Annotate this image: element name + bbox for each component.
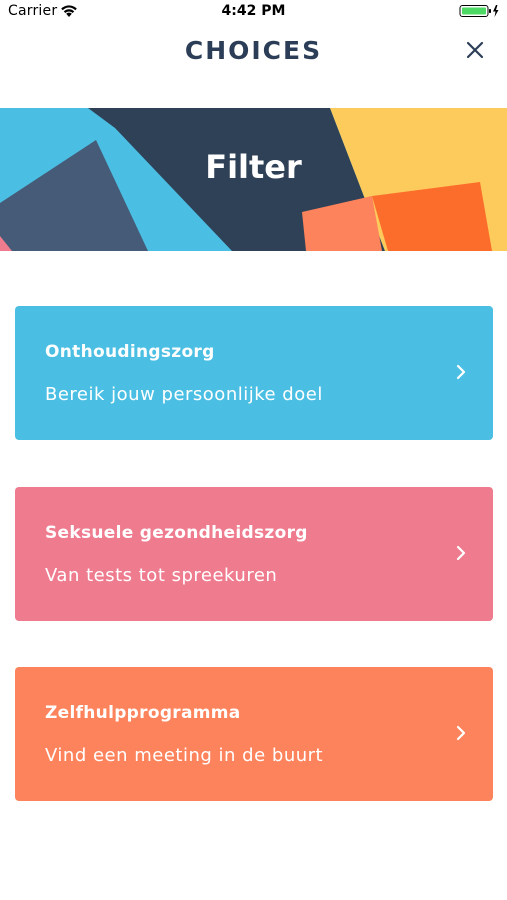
chevron-right-icon (456, 364, 466, 380)
card-subtitle: Van tests tot spreekuren (45, 565, 278, 586)
chevron-right-icon (456, 725, 466, 741)
card-zelfhulpprogramma[interactable]: Zelfhulpprogramma Vind een meeting in de… (15, 667, 493, 801)
card-onthoudingszorg[interactable]: Onthoudingszorg Bereik jouw persoonlijke… (15, 306, 493, 440)
close-icon (466, 41, 484, 59)
card-title: Seksuele gezondheidszorg (45, 523, 308, 543)
card-title: Zelfhulpprogramma (45, 703, 241, 723)
close-button[interactable] (461, 36, 489, 64)
banner-title: Filter (205, 148, 302, 186)
filter-banner: Filter (0, 108, 507, 251)
status-bar: Carrier 4:42 PM (0, 0, 507, 24)
chevron-right-icon (456, 545, 466, 561)
status-time: 4:42 PM (221, 3, 286, 19)
filter-screen: Carrier 4:42 PM CHOICES Filter Onthoudin… (0, 0, 507, 900)
card-subtitle: Vind een meeting in de buurt (45, 745, 324, 766)
battery-charging-icon (459, 5, 499, 17)
app-title: CHOICES (184, 36, 323, 65)
card-subtitle: Bereik jouw persoonlijke doel (45, 384, 323, 405)
card-title: Onthoudingszorg (45, 342, 215, 362)
card-seksuele-gezondheidszorg[interactable]: Seksuele gezondheidszorg Van tests tot s… (15, 487, 493, 621)
